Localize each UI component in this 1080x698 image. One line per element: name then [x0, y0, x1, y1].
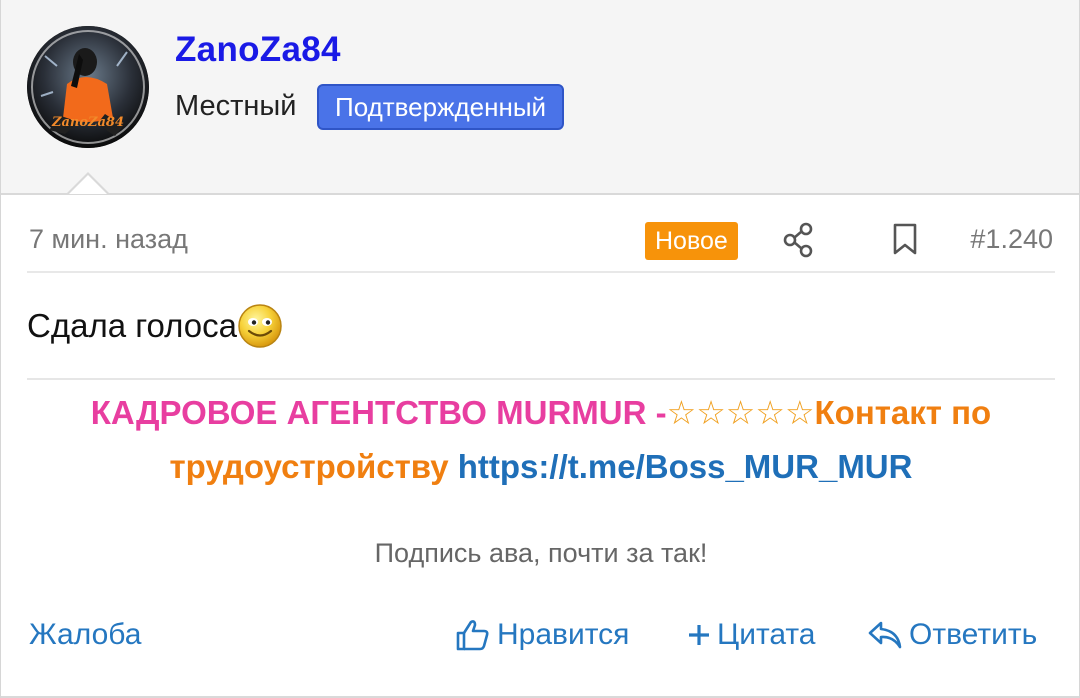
post-time[interactable]: 7 мин. назад — [29, 224, 188, 255]
share-icon[interactable] — [781, 222, 815, 258]
meta-divider — [27, 271, 1055, 273]
signature: КАДРОВОЕ АГЕНТСТВО MURMUR -☆☆☆☆☆Контакт … — [27, 386, 1055, 494]
signature-caption: Подпись ава, почти за так! — [374, 538, 708, 568]
reply-button[interactable]: Ответить — [867, 618, 1037, 652]
post-actions: Жалоба Нравится Цитата Ответить — [1, 612, 1079, 662]
report-label: Жалоба — [29, 618, 142, 651]
user-rank: Местный — [175, 90, 297, 122]
signature-divider — [27, 378, 1055, 380]
signature-stars: ☆☆☆☆☆ — [666, 394, 815, 431]
forum-post: ZanoZa84 ZanoZa84 Местный Подтвержденный… — [0, 0, 1080, 698]
plus-icon — [689, 625, 709, 645]
avatar[interactable]: ZanoZa84 — [27, 26, 149, 148]
reply-label: Ответить — [909, 618, 1038, 651]
quote-label: Цитата — [717, 618, 816, 651]
quote-button[interactable]: Цитата — [687, 618, 815, 652]
signature-link[interactable]: https://t.me/Boss_MUR_MUR — [458, 448, 913, 485]
post-header: ZanoZa84 ZanoZa84 Местный Подтвержденный — [1, 0, 1079, 195]
thumbs-up-icon — [456, 620, 489, 651]
like-button[interactable]: Нравится — [455, 618, 629, 652]
reply-icon — [868, 621, 902, 649]
report-button[interactable]: Жалоба — [29, 618, 141, 652]
bookmark-icon[interactable] — [891, 222, 919, 256]
user-status-badge: Подтвержденный — [317, 84, 565, 130]
avatar-image: ZanoZa84 — [27, 26, 149, 148]
new-badge: Новое — [645, 222, 738, 260]
svg-text:ZanoZa84: ZanoZa84 — [51, 115, 124, 130]
post-number[interactable]: #1.240 — [970, 224, 1053, 255]
username[interactable]: ZanoZa84 — [175, 30, 341, 70]
header-pointer — [67, 172, 109, 194]
smiley-icon — [237, 303, 283, 349]
post-message: Сдала голоса — [27, 303, 283, 349]
message-text: Сдала голоса — [27, 307, 237, 344]
signature-agency: КАДРОВОЕ АГЕНТСТВО MURMUR - — [90, 394, 667, 431]
like-label: Нравится — [497, 618, 630, 651]
